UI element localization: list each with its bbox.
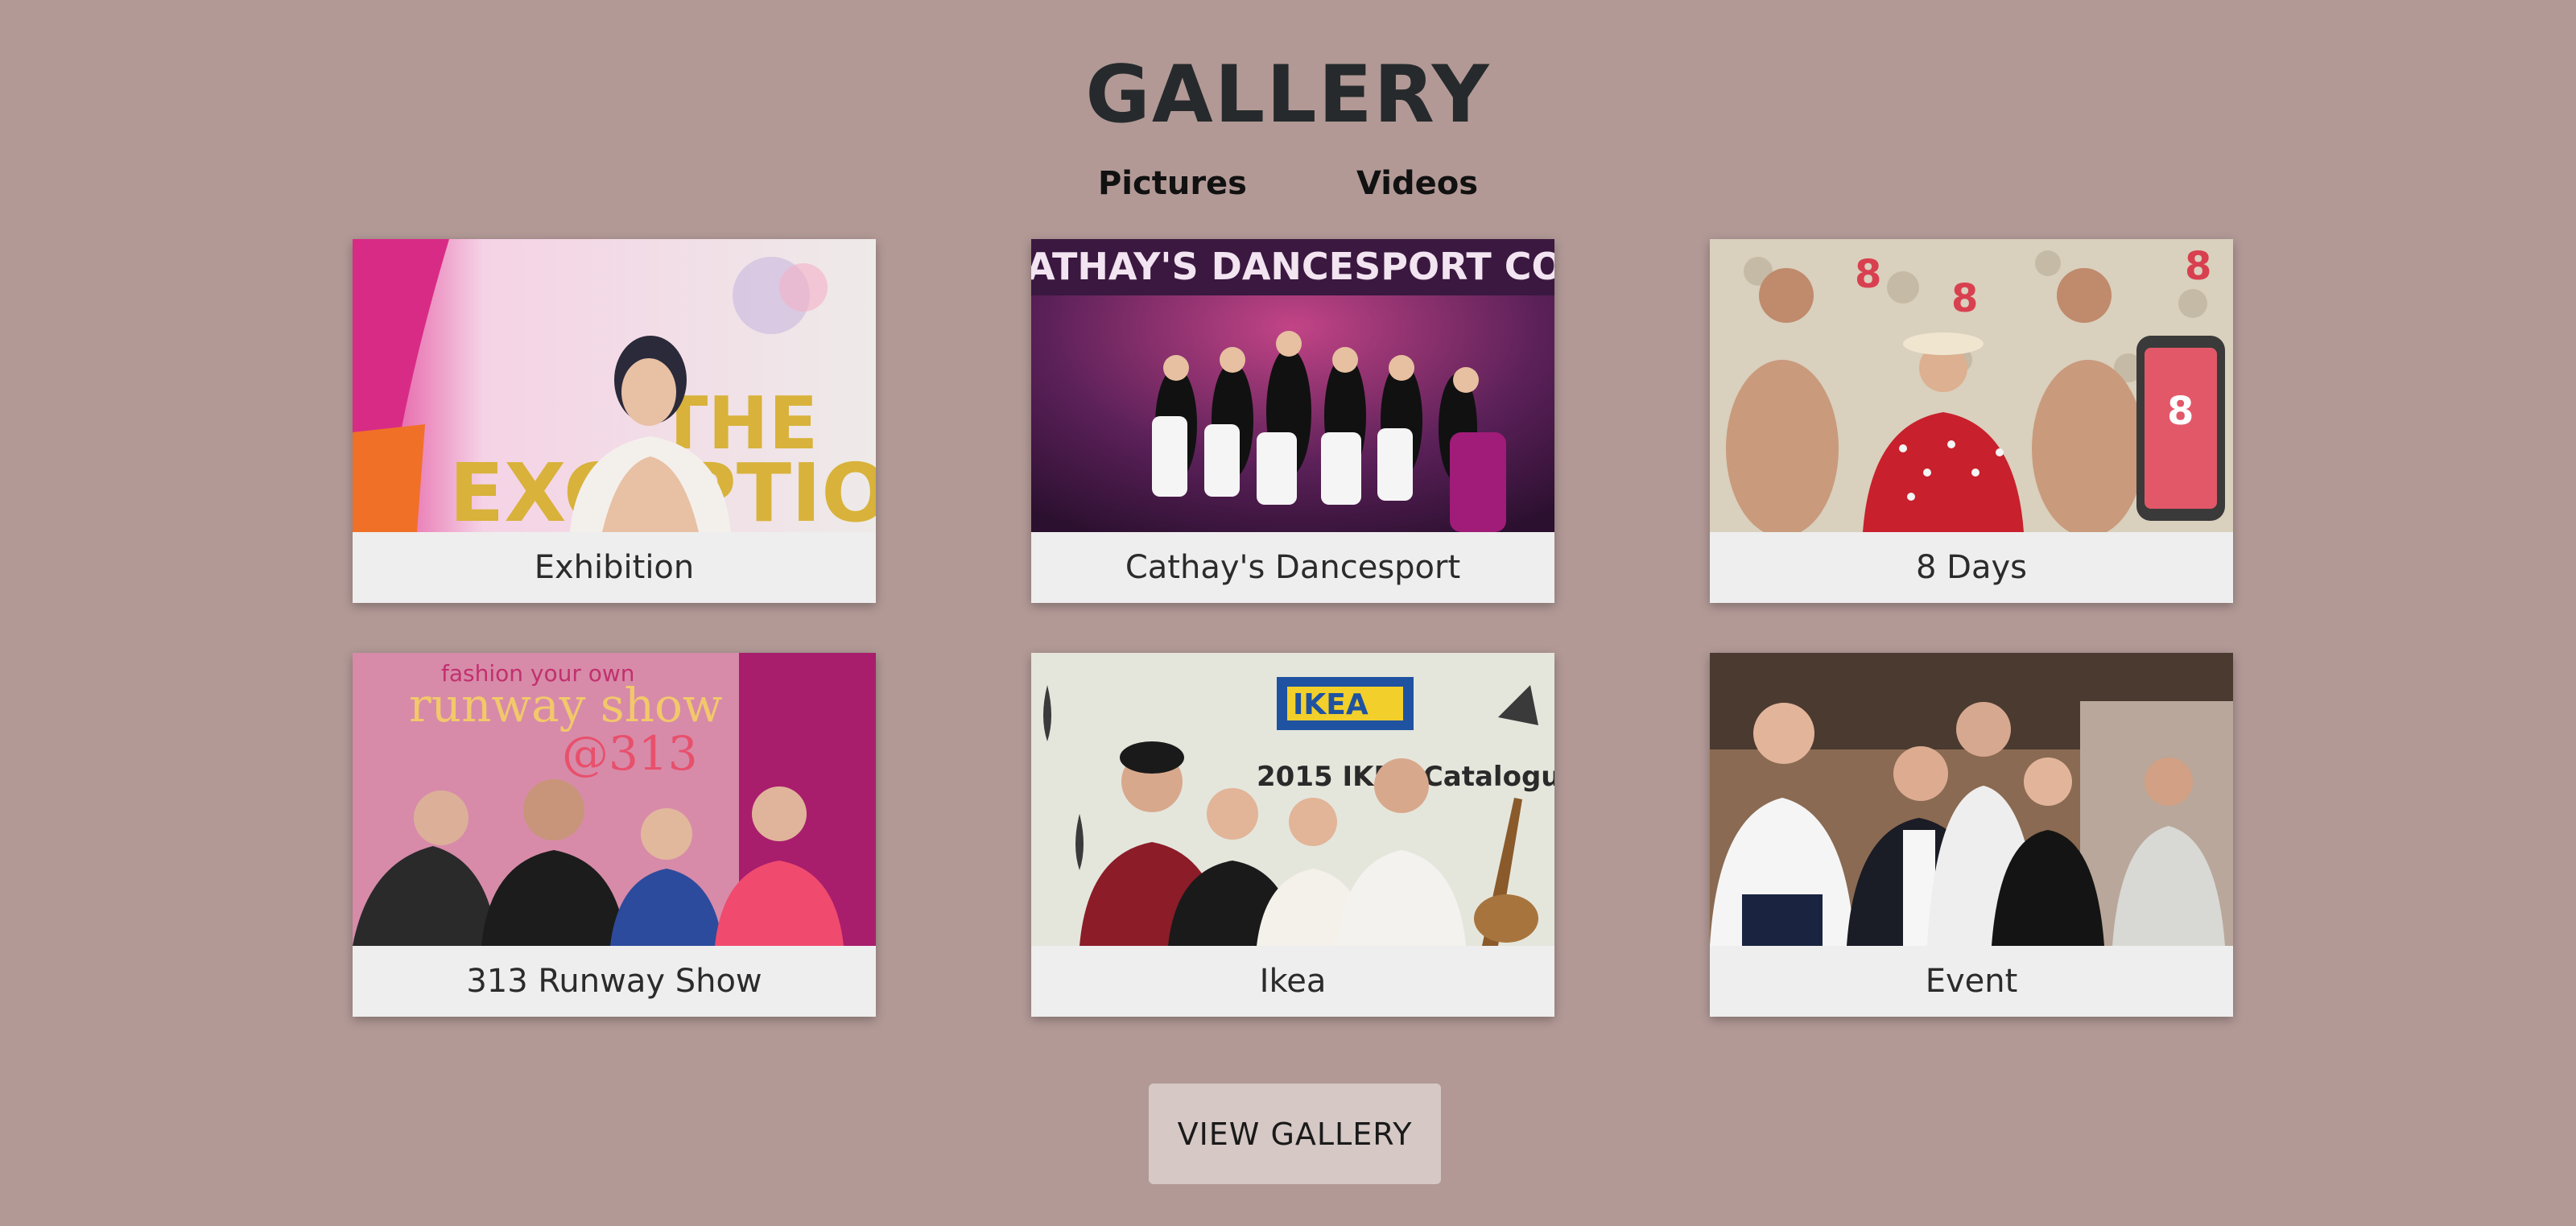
svg-text:runway show: runway show — [409, 678, 723, 733]
svg-text:@313: @313 — [562, 726, 698, 781]
card-caption: Exhibition — [353, 532, 876, 603]
svg-text:ATHAY'S DANCESPORT COMPETITIO: ATHAY'S DANCESPORT COMPETITIO — [1031, 245, 1554, 288]
gallery-card-ikea[interactable]: IKEA 2015 IKEA Catalogue Ikea — [1031, 653, 1554, 1017]
gallery-card-dancesport[interactable]: ATHAY'S DANCESPORT COMPETITIO — [1031, 239, 1554, 603]
gallery-tabs: Pictures Videos — [0, 159, 2576, 208]
gallery-card-313-runway-show[interactable]: fashion your own runway show @313 313 Ru… — [353, 653, 876, 1017]
gallery-title: GALLERY — [1085, 49, 1491, 141]
runway-show-photo: fashion your own runway show @313 — [353, 653, 876, 946]
view-gallery-button[interactable]: VIEW GALLERY — [1149, 1084, 1441, 1184]
card-caption: 8 Days — [1710, 532, 2233, 603]
svg-text:8: 8 — [1855, 252, 1881, 297]
card-caption: 313 Runway Show — [353, 946, 876, 1017]
tab-videos[interactable]: Videos — [1356, 159, 1478, 208]
tab-pictures[interactable]: Pictures — [1098, 159, 1247, 208]
event-photo — [1710, 653, 2233, 946]
8-days-photo: 8 8 8 8 — [1710, 239, 2233, 532]
svg-text:IKEA: IKEA — [1293, 688, 1368, 721]
svg-text:8: 8 — [2167, 389, 2194, 434]
gallery-card-exhibition[interactable]: THE EXCEPTION Exhibition — [353, 239, 876, 603]
card-caption: Ikea — [1031, 946, 1554, 1017]
ikea-photo: IKEA 2015 IKEA Catalogue — [1031, 653, 1554, 946]
card-caption: Event — [1710, 946, 2233, 1017]
svg-text:8: 8 — [2185, 244, 2211, 289]
gallery-card-8-days[interactable]: 8 8 8 8 8 Days — [1710, 239, 2233, 603]
svg-text:8: 8 — [1951, 276, 1978, 321]
dancesport-photo: ATHAY'S DANCESPORT COMPETITIO — [1031, 239, 1554, 532]
card-caption: Cathay's Dancesport Competition — [1031, 532, 1554, 603]
gallery-card-event[interactable]: Event — [1710, 653, 2233, 1017]
exhibition-photo: THE EXCEPTION — [353, 239, 876, 532]
